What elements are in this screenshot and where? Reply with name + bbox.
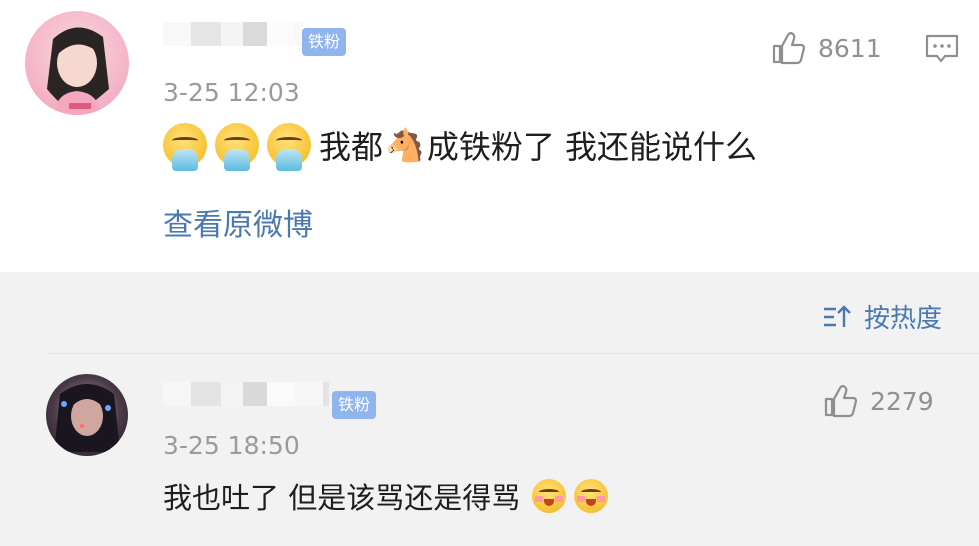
thumbs-up-icon [824, 385, 858, 418]
view-original-weibo-link[interactable]: 查看原微博 [163, 200, 313, 244]
sort-label: 按热度 [864, 304, 943, 334]
like-count: 8611 [818, 33, 882, 63]
username-blurred[interactable] [163, 22, 303, 46]
like-button[interactable]: 8611 [770, 30, 882, 66]
smile-emoji [574, 479, 609, 513]
comment-text-main: 我也吐了 但是该骂还是得骂 [163, 481, 521, 515]
smile-emoji [532, 479, 567, 513]
comment-icon[interactable] [925, 34, 959, 64]
vomit-emoji [215, 123, 259, 171]
vomit-emoji [267, 123, 311, 171]
thumbs-up-icon [772, 32, 806, 65]
comment-text-part2: 成铁粉了 我还能说什么 [426, 128, 758, 166]
timestamp: 3-25 12:03 [163, 78, 300, 107]
fan-badge: 铁粉 [332, 391, 377, 419]
comment-text-part1: 我都 [319, 128, 384, 166]
like-count: 2279 [870, 386, 934, 416]
fan-badge: 铁粉 [302, 28, 347, 56]
comment-text: 我也吐了 但是该骂还是得骂 [163, 475, 616, 517]
comment-text: 我都 🐴 成铁粉了 我还能说什么 [163, 122, 758, 171]
horse-emoji: 🐴 [385, 126, 425, 164]
sort-icon [824, 304, 851, 327]
username-blurred[interactable] [163, 382, 329, 406]
sort-by-hot-button[interactable]: 按热度 [822, 298, 942, 335]
avatar[interactable] [46, 374, 128, 456]
like-button[interactable]: 2279 [822, 383, 934, 419]
vomit-emoji [163, 123, 207, 171]
avatar[interactable] [25, 11, 129, 115]
timestamp: 3-25 18:50 [163, 431, 300, 460]
